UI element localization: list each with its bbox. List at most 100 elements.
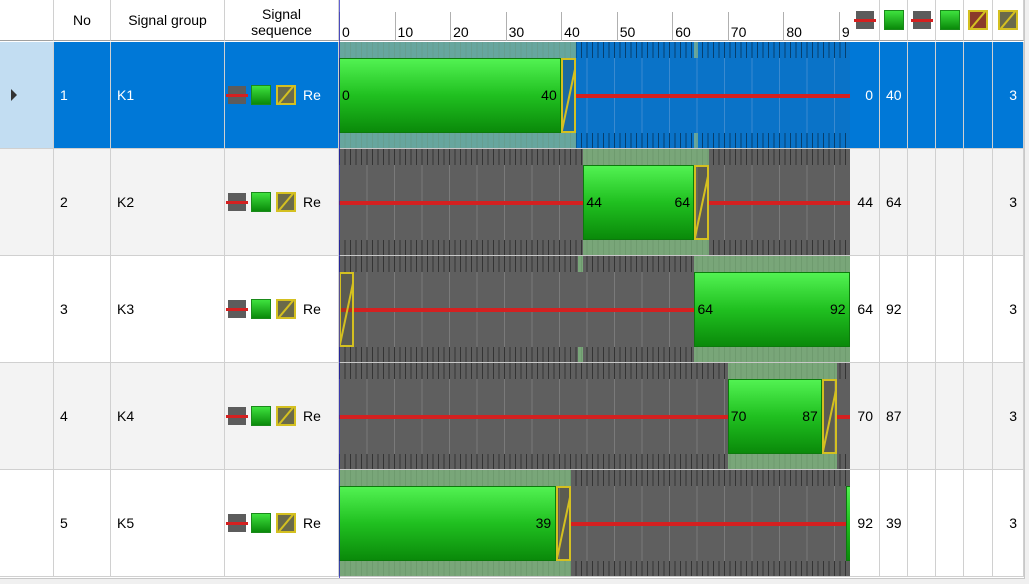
amber-phase-box[interactable] — [561, 58, 577, 133]
cell-green-start-value: 87 — [886, 408, 902, 424]
cell-signal-sequence[interactable]: Re — [225, 149, 339, 256]
cell-red-start[interactable]: 64 — [850, 256, 880, 363]
signal-timeline[interactable]: 64 92 — [339, 256, 850, 363]
timeline-axis[interactable]: 0102030405060708090 — [339, 0, 857, 41]
cell-no[interactable]: 3 — [54, 256, 111, 363]
amber-phase-box[interactable] — [822, 379, 838, 454]
timeline-tick-label: 60 — [672, 12, 691, 41]
cell-red-start-value: 0 — [865, 87, 873, 103]
cell-signal-group[interactable]: K1 — [111, 42, 225, 149]
cell-amber-value: 3 — [1009, 194, 1017, 210]
signal-timeline[interactable]: 70 87 — [339, 363, 850, 470]
cell-green-start[interactable]: 92 — [880, 256, 908, 363]
green-phase-bar[interactable] — [694, 272, 850, 347]
column-header-green-end[interactable] — [936, 0, 964, 41]
cell-amber[interactable]: 3 — [993, 256, 1024, 363]
cell-green-end[interactable] — [936, 363, 964, 470]
cell-red-start[interactable]: 44 — [850, 149, 880, 256]
column-header-green-start[interactable] — [880, 0, 908, 41]
cell-green-start[interactable]: 40 — [880, 42, 908, 149]
red-amber-icon — [968, 10, 988, 30]
cell-green-start-value: 64 — [886, 194, 902, 210]
cell-red-end[interactable] — [908, 363, 936, 470]
sequence-label: Re — [303, 408, 321, 424]
cell-red-end[interactable] — [908, 470, 936, 577]
cell-green-end[interactable] — [936, 42, 964, 149]
cell-no[interactable]: 5 — [54, 470, 111, 577]
green-icon — [251, 513, 271, 533]
row-no: 3 — [60, 301, 68, 317]
timeline-tick-label: 40 — [561, 12, 580, 41]
cell-red-amber[interactable] — [964, 256, 993, 363]
cell-red-end[interactable] — [908, 256, 936, 363]
signal-timeline[interactable]: 39 — [339, 470, 850, 577]
cell-signal-sequence[interactable]: Re — [225, 363, 339, 470]
cell-signal-group[interactable]: K2 — [111, 149, 225, 256]
row-header[interactable] — [0, 256, 54, 363]
cell-green-end[interactable] — [936, 256, 964, 363]
row-signal-group: K4 — [117, 408, 135, 424]
cell-amber[interactable]: 3 — [993, 470, 1024, 577]
cell-green-start[interactable]: 87 — [880, 363, 908, 470]
cell-red-end[interactable] — [908, 149, 936, 256]
table-row[interactable]: 3 K3 Re 64 92 64 92 3 — [0, 256, 1024, 363]
current-row-indicator-icon — [11, 89, 17, 101]
signal-timeline[interactable]: 0 40 — [339, 42, 850, 149]
table-row[interactable]: 2 K2 Re 44 64 44 64 3 — [0, 149, 1024, 256]
cell-amber[interactable]: 3 — [993, 363, 1024, 470]
cell-signal-group[interactable]: K4 — [111, 363, 225, 470]
row-signal-group: K5 — [117, 515, 135, 531]
cell-red-start[interactable]: 0 — [850, 42, 880, 149]
row-no: 5 — [60, 515, 68, 531]
cell-red-amber[interactable] — [964, 363, 993, 470]
amber-phase-box[interactable] — [555, 486, 571, 561]
table-row[interactable]: 1 K1 Re 0 40 0 40 3 — [0, 42, 1024, 149]
cell-red-start[interactable]: 92 — [850, 470, 880, 577]
cell-amber[interactable]: 3 — [993, 42, 1024, 149]
green-phase-bar[interactable] — [339, 486, 556, 561]
column-header-signal-group[interactable]: Signal group — [111, 0, 225, 41]
amber-phase-box[interactable] — [694, 165, 710, 240]
cell-green-end[interactable] — [936, 149, 964, 256]
column-header-no[interactable]: No — [54, 0, 111, 41]
table-row[interactable]: 4 K4 Re 70 87 70 87 3 — [0, 363, 1024, 470]
cell-red-amber[interactable] — [964, 149, 993, 256]
cell-red-amber[interactable] — [964, 42, 993, 149]
green-end-label: 40 — [541, 87, 557, 103]
column-header-red-end[interactable] — [908, 0, 936, 41]
column-header-amber[interactable] — [993, 0, 1024, 41]
cell-red-start-value: 92 — [857, 515, 873, 531]
table-row[interactable]: 5 K5 Re 39 92 39 3 — [0, 470, 1024, 577]
column-header-sequence-label: Signal sequence — [251, 6, 312, 38]
signal-timeline[interactable]: 44 64 — [339, 149, 850, 256]
cell-signal-sequence[interactable]: Re — [225, 256, 339, 363]
cell-no[interactable]: 4 — [54, 363, 111, 470]
cell-green-start[interactable]: 39 — [880, 470, 908, 577]
column-header-red-amber[interactable] — [964, 0, 993, 41]
amber-phase-box[interactable] — [339, 272, 354, 347]
cell-no[interactable]: 2 — [54, 149, 111, 256]
cell-red-amber[interactable] — [964, 470, 993, 577]
row-header[interactable] — [0, 363, 54, 470]
red-icon — [226, 407, 248, 425]
column-header-red-start[interactable] — [850, 0, 880, 41]
cell-amber[interactable]: 3 — [993, 149, 1024, 256]
cell-signal-sequence[interactable]: Re — [225, 470, 339, 577]
cell-green-start[interactable]: 64 — [880, 149, 908, 256]
green-phase-bar[interactable] — [339, 58, 562, 133]
cell-no[interactable]: 1 — [54, 42, 111, 149]
cell-amber-value: 3 — [1009, 87, 1017, 103]
sequence-label: Re — [303, 515, 321, 531]
row-header[interactable] — [0, 149, 54, 256]
cell-red-start[interactable]: 70 — [850, 363, 880, 470]
cell-signal-sequence[interactable]: Re — [225, 42, 339, 149]
cell-red-end[interactable] — [908, 42, 936, 149]
row-header[interactable] — [0, 470, 54, 577]
cell-signal-group[interactable]: K5 — [111, 470, 225, 577]
column-header-signal-sequence[interactable]: Signal sequence — [225, 0, 339, 41]
row-header[interactable] — [0, 42, 54, 149]
cell-green-end[interactable] — [936, 470, 964, 577]
cell-signal-group[interactable]: K3 — [111, 256, 225, 363]
red-phase-line — [339, 415, 728, 419]
amber-icon — [276, 192, 296, 212]
